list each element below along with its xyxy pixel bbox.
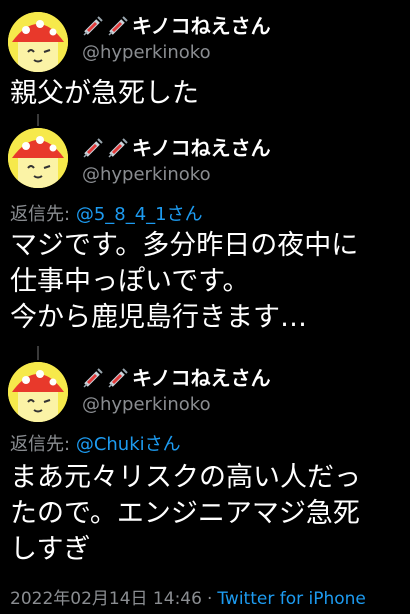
author-name[interactable]: キノコねえさん xyxy=(82,132,271,161)
tweet-text-line: 親父が急死した xyxy=(10,78,199,109)
tweet-text-line: たので。エンジニアマジ急死 xyxy=(10,498,360,529)
tweet-footer: 2022年02月14日 14:46 · Twitter for iPhone xyxy=(10,584,366,609)
mushroom-avatar[interactable] xyxy=(8,128,68,188)
tweet-text-line: しすぎ xyxy=(10,534,91,565)
syringe-icon xyxy=(82,135,106,159)
author-handle[interactable]: @hyperkinoko xyxy=(82,394,211,415)
author-name-text: キノコねえさん xyxy=(132,14,271,38)
mushroom-avatar[interactable] xyxy=(8,12,68,72)
author-name-text: キノコねえさん xyxy=(132,136,271,160)
reply-label: 返信先: xyxy=(10,434,71,455)
reply-to: 返信先: @5_8_4_1さん xyxy=(10,200,203,226)
syringe-icon xyxy=(82,13,106,37)
syringe-icon xyxy=(82,365,106,389)
tweet-text: 親父が急死した xyxy=(10,76,405,112)
thread-connector xyxy=(37,346,39,360)
author-handle[interactable]: @hyperkinoko xyxy=(82,164,211,185)
tweet-text: まあ元々リスクの高い人だっ たので。エンジニアマジ急死 しすぎ xyxy=(10,460,405,568)
thread-connector xyxy=(37,114,39,126)
reply-label: 返信先: xyxy=(10,204,71,225)
reply-to: 返信先: @Chukiさん xyxy=(10,430,181,456)
syringe-icon xyxy=(107,13,131,37)
author-name-text: キノコねえさん xyxy=(132,366,271,390)
syringe-icon xyxy=(107,135,131,159)
client-link[interactable]: Twitter for iPhone xyxy=(217,589,366,609)
footer-separator: · xyxy=(206,589,213,609)
reply-mention-link[interactable]: @Chukiさん xyxy=(76,434,181,455)
reply-mention-link[interactable]: @5_8_4_1さん xyxy=(76,204,203,225)
author-handle[interactable]: @hyperkinoko xyxy=(82,42,211,63)
syringe-icon xyxy=(107,365,131,389)
tweet-text-line: マジです。多分昨日の夜中に xyxy=(10,230,359,261)
tweet-timestamp[interactable]: 2022年02月14日 14:46 xyxy=(10,589,202,609)
mushroom-avatar[interactable] xyxy=(8,362,68,422)
author-name[interactable]: キノコねえさん xyxy=(82,362,271,391)
tweet-text-line: 今から鹿児島行きます… xyxy=(10,302,307,333)
author-name[interactable]: キノコねえさん xyxy=(82,10,271,39)
tweet-text: マジです。多分昨日の夜中に 仕事中っぽいです。 今から鹿児島行きます… xyxy=(10,228,405,336)
tweet-text-line: 仕事中っぽいです。 xyxy=(10,266,250,297)
tweet-text-line: まあ元々リスクの高い人だっ xyxy=(10,462,361,493)
